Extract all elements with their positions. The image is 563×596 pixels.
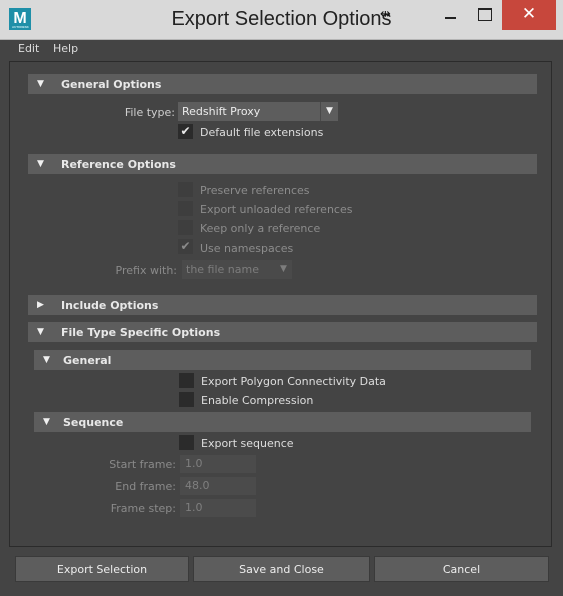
expanded-arrow-icon: ▼ [37, 79, 44, 89]
minimize-icon [445, 17, 456, 19]
options-panel: ▼ General Options File type: Redshift Pr… [9, 61, 552, 547]
export-unloaded-references-label: Export unloaded references [200, 203, 353, 216]
general-options-header[interactable]: ▼ General Options [28, 74, 537, 94]
close-button[interactable]: ✕ [502, 0, 556, 30]
expanded-arrow-icon: ▼ [37, 327, 44, 337]
prefix-with-value: the file name [186, 263, 259, 276]
use-namespaces-checkbox[interactable]: ✔ [178, 239, 193, 254]
export-sequence-checkbox[interactable] [179, 435, 194, 450]
expanded-arrow-icon: ▼ [37, 159, 44, 169]
cancel-button[interactable]: Cancel [374, 556, 549, 582]
frame-step-label: Frame step: [110, 502, 176, 515]
preserve-references-checkbox[interactable] [178, 182, 193, 197]
enable-compression-checkbox[interactable] [179, 392, 194, 407]
reference-options-header[interactable]: ▼ Reference Options [28, 154, 537, 174]
use-namespaces-label: Use namespaces [200, 242, 294, 255]
include-options-title: Include Options [61, 299, 159, 312]
general-subsection-header[interactable]: ▼ General [34, 350, 531, 370]
menu-edit[interactable]: Edit [18, 42, 39, 55]
file-type-dropdown[interactable]: Redshift Proxy ▼ [178, 102, 338, 121]
checkmark-icon: ✔ [180, 239, 191, 253]
default-extensions-checkbox[interactable]: ✔ [178, 124, 193, 139]
export-selection-button[interactable]: Export Selection [15, 556, 189, 582]
start-frame-field[interactable]: 1.0 [180, 455, 256, 473]
chevron-down-icon: ▼ [280, 264, 287, 274]
menu-bar: Edit Help [0, 40, 563, 60]
menu-help[interactable]: Help [53, 42, 78, 55]
polygon-connectivity-checkbox[interactable] [179, 373, 194, 388]
prefix-with-label: Prefix with: [115, 264, 177, 277]
general-options-title: General Options [61, 78, 162, 91]
file-type-value: Redshift Proxy [182, 105, 261, 118]
maximize-button[interactable] [468, 0, 502, 30]
file-type-specific-header[interactable]: ▼ File Type Specific Options [28, 322, 537, 342]
end-frame-label: End frame: [115, 480, 176, 493]
default-extensions-label: Default file extensions [200, 126, 324, 139]
expanded-arrow-icon: ▼ [43, 417, 50, 427]
preserve-references-label: Preserve references [200, 184, 310, 197]
end-frame-field[interactable]: 48.0 [180, 477, 256, 495]
keep-only-reference-label: Keep only a reference [200, 222, 321, 235]
checkmark-icon: ✔ [180, 124, 191, 138]
move-cursor-icon: ⇹ [380, 7, 391, 22]
export-unloaded-references-checkbox[interactable] [178, 201, 193, 216]
collapsed-arrow-icon: ▶ [37, 300, 44, 310]
reference-options-title: Reference Options [61, 158, 176, 171]
file-type-specific-title: File Type Specific Options [61, 326, 221, 339]
start-frame-label: Start frame: [109, 458, 176, 471]
prefix-with-dropdown[interactable]: the file name ▼ [182, 260, 292, 279]
include-options-header[interactable]: ▶ Include Options [28, 295, 537, 315]
file-type-label: File type: [124, 106, 175, 119]
chevron-down-icon: ▼ [320, 102, 338, 121]
sequence-subsection-title: Sequence [63, 416, 124, 429]
frame-step-field[interactable]: 1.0 [180, 499, 256, 517]
enable-compression-label: Enable Compression [201, 394, 314, 407]
close-icon: ✕ [521, 4, 537, 24]
export-sequence-label: Export sequence [201, 437, 294, 450]
sequence-subsection-header[interactable]: ▼ Sequence [34, 412, 531, 432]
expanded-arrow-icon: ▼ [43, 355, 50, 365]
minimize-button[interactable] [434, 0, 468, 30]
general-subsection-title: General [63, 354, 112, 367]
maximize-icon [478, 8, 492, 21]
polygon-connectivity-label: Export Polygon Connectivity Data [201, 375, 386, 388]
save-and-close-button[interactable]: Save and Close [193, 556, 370, 582]
keep-only-reference-checkbox[interactable] [178, 220, 193, 235]
title-bar: M AUTODESK Export Selection Options ⇹ ✕ [0, 0, 563, 40]
